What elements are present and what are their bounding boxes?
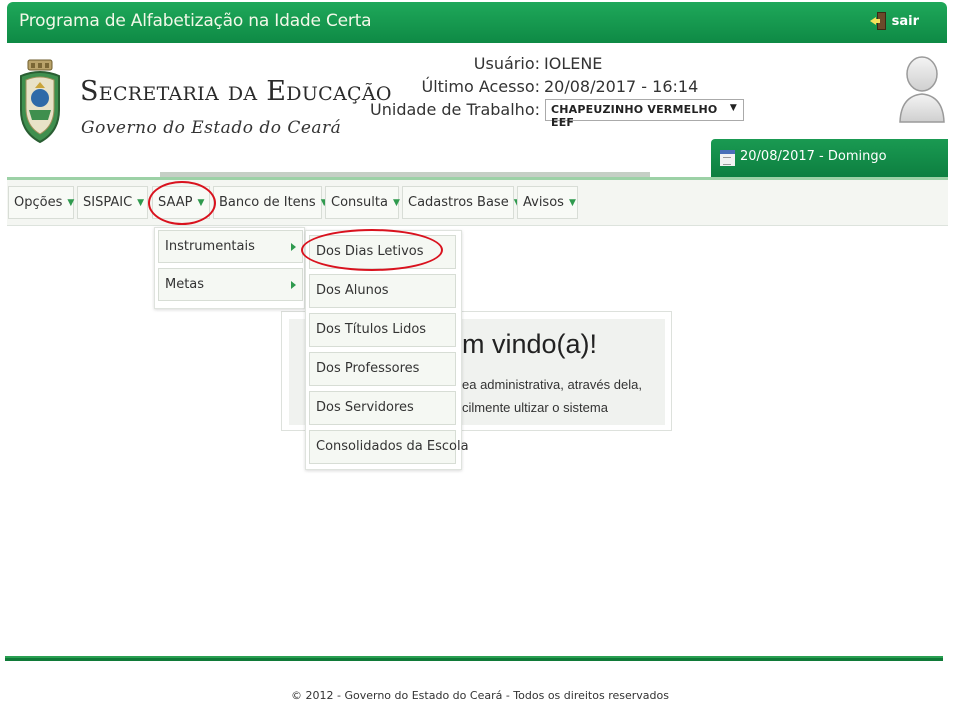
instrumentais-submenu: Dos Dias Letivos Dos Alunos Dos Títulos …: [305, 230, 469, 470]
menu-banco-de-itens[interactable]: Banco de Itens▼: [213, 186, 328, 219]
date-bar: 20/08/2017 - Domingo: [711, 139, 948, 177]
logout-link[interactable]: sair: [869, 12, 919, 30]
submenu-label: Instrumentais: [165, 239, 255, 254]
footer-divider: [5, 656, 943, 661]
current-date: 20/08/2017 - Domingo: [740, 149, 887, 164]
menu-avisos[interactable]: Avisos ▼: [517, 186, 578, 219]
submenu-label: Dos Professores: [316, 361, 420, 376]
submenu-metas[interactable]: Metas: [158, 268, 303, 301]
submenu-dos-alunos[interactable]: Dos Alunos: [309, 274, 456, 308]
chevron-down-icon: ▼: [67, 198, 75, 208]
logout-icon: [869, 12, 886, 30]
menu-label: SISPAIC: [83, 195, 133, 210]
chevron-right-icon: [291, 281, 296, 289]
org-title: Secretaria da Educação: [80, 76, 392, 107]
submenu-instrumentais[interactable]: Instrumentais: [158, 230, 303, 263]
chevron-down-icon: ▼: [137, 198, 145, 208]
state-crest-icon: [20, 59, 60, 144]
last-access-label: Último Acesso:: [421, 77, 541, 96]
submenu-dos-servidores[interactable]: Dos Servidores: [309, 391, 456, 425]
submenu-label: Dos Dias Letivos: [316, 244, 424, 259]
submenu-label: Consolidados da Escola: [316, 439, 469, 454]
user-label: Usuário:: [473, 54, 540, 73]
submenu-dos-titulos-lidos[interactable]: Dos Títulos Lidos: [309, 313, 456, 347]
menu-label: Opções: [14, 195, 63, 210]
menu-consulta[interactable]: Consulta ▼: [325, 186, 400, 219]
menu-label: Banco de Itens: [219, 195, 316, 210]
footer-copyright: © 2012 - Governo do Estado do Ceará - To…: [291, 689, 669, 702]
submenu-dos-professores[interactable]: Dos Professores: [309, 352, 456, 386]
calendar-icon: [720, 150, 735, 166]
welcome-title: m vindo(a)!: [462, 329, 598, 359]
work-unit-value: CHAPEUZINHO VERMELHO EEF: [551, 103, 718, 129]
last-access-value: 20/08/2017 - 16:14: [544, 77, 699, 96]
top-bar: Programa de Alfabetização na Idade Certa…: [7, 2, 947, 43]
chevron-down-icon: ▼: [197, 198, 205, 208]
submenu-label: Metas: [165, 277, 205, 292]
work-unit-select[interactable]: CHAPEUZINHO VERMELHO EEF ▼: [545, 99, 744, 129]
menu-saap[interactable]: SAAP ▼: [152, 186, 210, 219]
submenu-label: Dos Títulos Lidos: [316, 322, 427, 337]
submenu-label: Dos Alunos: [316, 283, 389, 298]
submenu-dos-dias-letivos[interactable]: Dos Dias Letivos: [309, 235, 456, 269]
program-title: Programa de Alfabetização na Idade Certa: [19, 11, 372, 31]
chevron-down-icon: ▼: [729, 103, 737, 113]
menu-label: Avisos: [523, 195, 564, 210]
org-subtitle: Governo do Estado do Ceará: [81, 118, 342, 138]
saap-submenu: Instrumentais Metas: [154, 227, 305, 309]
menu-label: SAAP: [158, 195, 193, 210]
user-value: IOLENE: [544, 54, 603, 73]
menu-label: Consulta: [331, 195, 388, 210]
menu-cadastros-base[interactable]: Cadastros Base▼: [402, 186, 521, 219]
welcome-text-line1: ea administrativa, através dela,: [462, 377, 642, 392]
welcome-text-line2: cilmente ultizar o sistema: [462, 400, 608, 415]
menu-opcoes[interactable]: Opções ▼: [8, 186, 74, 219]
submenu-label: Dos Servidores: [316, 400, 414, 415]
chevron-down-icon: ▼: [568, 198, 576, 208]
unit-label: Unidade de Trabalho:: [370, 100, 540, 119]
menu-sispaic[interactable]: SISPAIC ▼: [77, 186, 148, 219]
menu-label: Cadastros Base: [408, 195, 509, 210]
logout-label: sair: [891, 13, 919, 29]
user-avatar-icon: [899, 56, 945, 123]
chevron-down-icon: ▼: [392, 198, 400, 208]
submenu-consolidados-da-escola[interactable]: Consolidados da Escola: [309, 430, 469, 464]
chevron-right-icon: [291, 243, 296, 251]
